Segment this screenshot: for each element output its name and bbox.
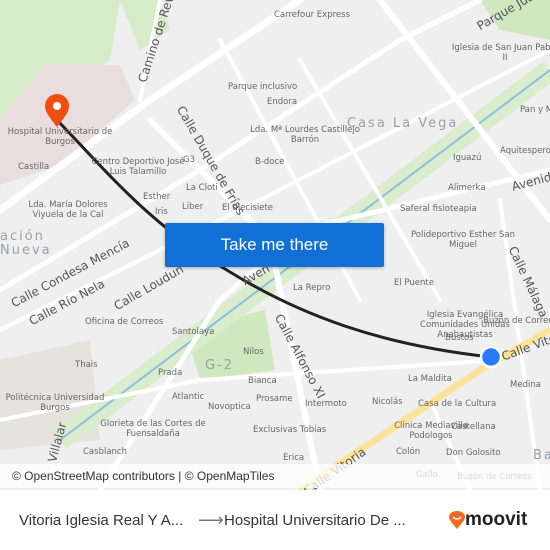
location-dot-icon[interactable] xyxy=(479,345,503,369)
poi-label[interactable]: Casa de la Cultura xyxy=(418,399,496,409)
poi-label[interactable]: Intermoto xyxy=(305,399,347,409)
poi-label[interactable]: La Repro xyxy=(293,283,330,293)
poi-label[interactable]: Polideportivo Esther San Miguel xyxy=(408,230,518,250)
poi-label[interactable]: Aquitespero xyxy=(500,146,550,156)
poi-label[interactable]: Casblanch xyxy=(83,447,127,457)
origin-stop-name: Vitoria Iglesia Real Y A... xyxy=(19,511,184,529)
poi-label[interactable]: El diecisiete xyxy=(222,203,273,213)
area-label: G-2 xyxy=(205,358,235,373)
poi-label[interactable]: Iguazú xyxy=(453,153,481,163)
poi-label[interactable]: Centro Deportivo José Luis Talamillo xyxy=(83,157,193,177)
footer: Vitoria Iglesia Real Y A... ⟶ Hospital U… xyxy=(0,490,550,550)
moovit-logo[interactable]: moovit xyxy=(449,509,527,531)
poi-label[interactable]: Nilos xyxy=(243,347,264,357)
poi-label[interactable]: Iglesia de San Juan Pablo II xyxy=(450,43,550,63)
poi-label[interactable]: Oficina de Correos xyxy=(85,317,163,327)
poi-label[interactable]: Prosame xyxy=(256,394,293,404)
area-label: Casa La Vega xyxy=(347,116,459,131)
poi-label[interactable]: Politécnica Universidad Burgos xyxy=(0,393,110,413)
poi-label[interactable]: Pan y Más xyxy=(520,105,550,115)
poi-label[interactable]: Carrefour Express xyxy=(274,10,350,20)
poi-label[interactable]: Saferal fisioteapia xyxy=(400,204,477,214)
poi-label[interactable]: Parque inclusivo xyxy=(228,82,297,92)
poi-label[interactable]: Medina xyxy=(510,380,541,390)
poi-label[interactable]: Prada xyxy=(158,368,182,378)
poi-label[interactable]: Novopticа xyxy=(208,402,251,412)
poi-label[interactable]: Thais xyxy=(75,360,98,370)
poi-label[interactable]: La Maldita xyxy=(408,374,452,384)
poi-label[interactable]: Don Golosito xyxy=(446,448,501,458)
moovit-wordmark: moovit xyxy=(465,509,528,530)
poi-label[interactable]: El Puente xyxy=(394,278,434,288)
poi-label[interactable]: Iris xyxy=(155,207,168,217)
poi-label[interactable]: Lda. María Dolores Viyuela de la Cal xyxy=(13,200,123,220)
poi-label[interactable]: Lda. Mª Lourdes Castillejo Barrón xyxy=(250,125,360,145)
poi-label[interactable]: Esther xyxy=(143,192,170,202)
arrow-right-icon: ⟶ xyxy=(198,509,224,530)
poi-label[interactable]: Exclusivas Tobías xyxy=(253,425,326,435)
poi-label[interactable]: Colón xyxy=(396,447,420,457)
poi-label[interactable]: Castilla xyxy=(18,162,49,172)
poi-label[interactable]: Erica xyxy=(283,453,304,463)
poi-label[interactable]: La Cloti xyxy=(186,183,218,193)
take-me-there-button[interactable]: Take me there xyxy=(165,223,384,267)
poi-label[interactable]: Hospital Universitario de Burgos xyxy=(5,127,115,147)
moovit-pin-icon xyxy=(449,511,465,529)
poi-label[interactable]: Atlantic xyxy=(172,392,204,402)
poi-label[interactable]: Alimerka xyxy=(448,183,486,193)
area-label: ación xyxy=(0,229,45,244)
poi-label[interactable]: Castellana xyxy=(451,422,496,432)
poi-label[interactable]: Liber xyxy=(182,202,203,212)
poi-label[interactable]: Bustos xyxy=(445,333,474,343)
poi-label[interactable]: Endora xyxy=(267,97,297,107)
poi-label[interactable]: Santolaya xyxy=(172,327,214,337)
destination-stop-name: Hospital Universitario De ... xyxy=(224,511,406,529)
poi-label[interactable]: Buzón de Correos xyxy=(483,316,550,326)
map[interactable]: Casa La Vega ación Nueva G-2 Ba Camino d… xyxy=(0,0,550,490)
area-label: Ba xyxy=(533,448,550,463)
poi-label[interactable]: Glorieta de las Cortes de Fuensaldaña xyxy=(98,419,208,439)
poi-label[interactable]: B-doce xyxy=(255,157,284,167)
poi-label[interactable]: Nicolás xyxy=(372,397,403,407)
poi-label[interactable]: Bianca xyxy=(248,376,277,386)
map-attribution[interactable]: © OpenStreetMap contributors | © OpenMap… xyxy=(0,464,550,488)
area-label: Nueva xyxy=(0,243,52,258)
